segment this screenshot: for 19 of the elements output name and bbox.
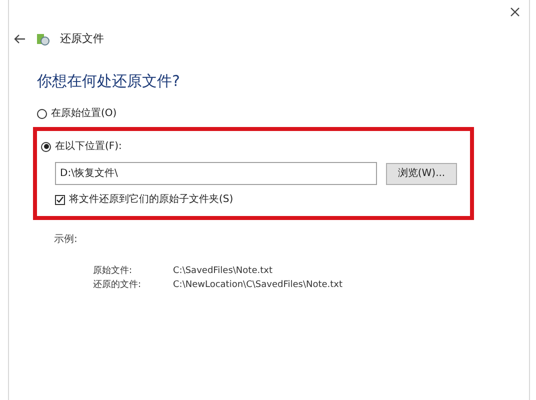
dialog-heading: 你想在何处还原文件? — [37, 71, 180, 92]
window-title: 还原文件 — [60, 30, 104, 47]
browse-button[interactable]: 浏览(W)... — [386, 162, 457, 184]
checkbox[interactable] — [55, 194, 65, 204]
radio-button[interactable] — [41, 142, 51, 152]
close-icon — [510, 7, 520, 17]
radio-label: 在以下位置(F): — [55, 140, 122, 154]
example-key: 原始文件: — [93, 265, 173, 279]
example-path: C:\SavedFiles\Note.txt — [173, 265, 272, 278]
example-label: 示例: — [54, 233, 78, 247]
file-restore-icon — [36, 32, 50, 46]
back-button[interactable] — [14, 33, 26, 45]
back-arrow-icon — [14, 34, 26, 44]
example-key: 还原的文件: — [93, 279, 173, 293]
radio-button[interactable] — [37, 108, 47, 118]
example-path: C:\NewLocation\C\SavedFiles\Note.txt — [173, 279, 343, 292]
checkbox-label: 将文件还原到它们的原始子文件夹(S) — [69, 192, 234, 207]
location-field[interactable]: D:\恢复文件\ — [55, 162, 377, 185]
radio-label: 在原始位置(O) — [51, 106, 117, 121]
